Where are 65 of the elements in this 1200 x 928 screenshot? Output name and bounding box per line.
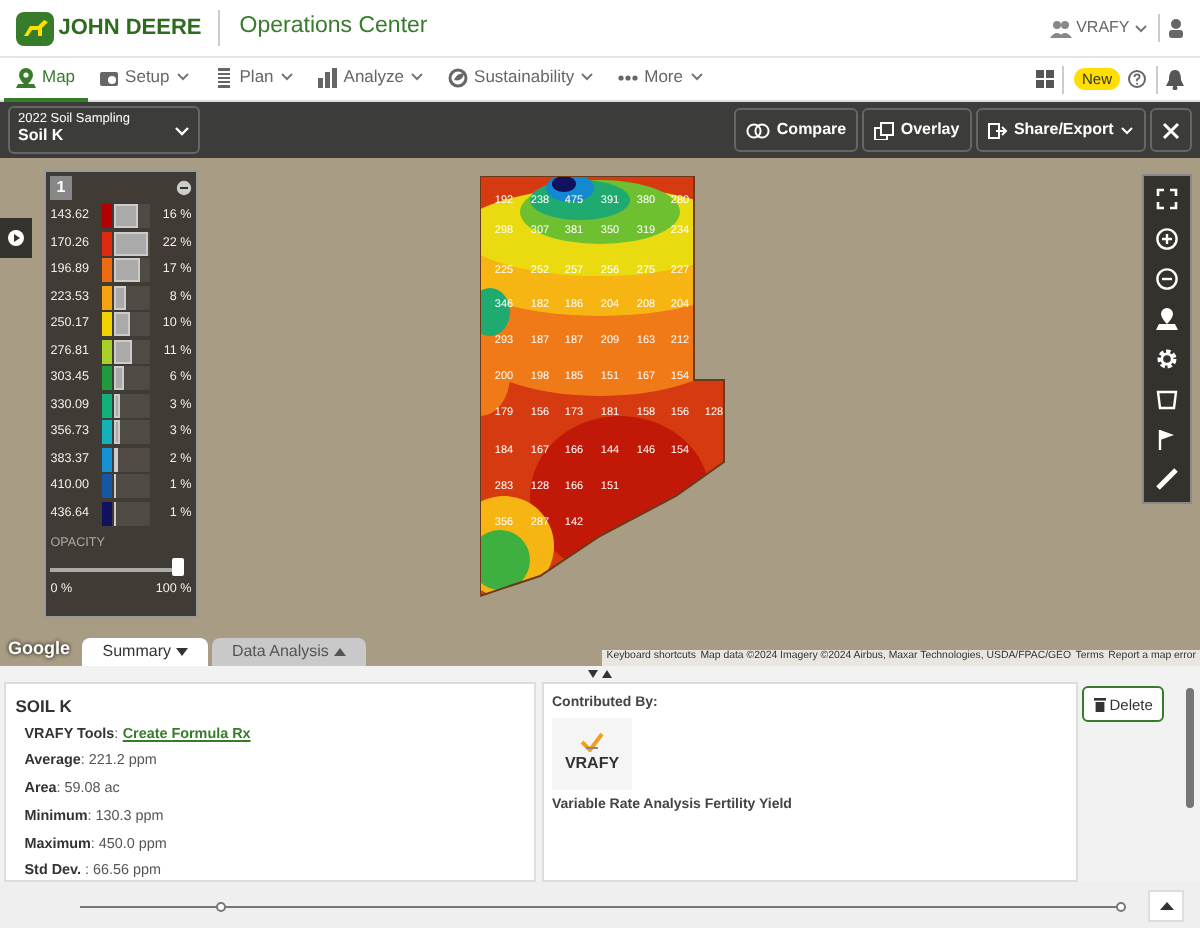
legend-number: 1	[50, 176, 72, 201]
grid-icon[interactable]	[1035, 70, 1054, 88]
export-icon	[987, 121, 1008, 139]
map-pin-icon	[16, 67, 36, 87]
close-icon	[1162, 121, 1180, 139]
caret-down-icon	[1134, 23, 1148, 33]
close-button[interactable]	[1150, 108, 1192, 152]
data-analysis-tab[interactable]: Data Analysis	[211, 638, 366, 666]
slider-thumb[interactable]	[215, 901, 226, 911]
caret-down-icon	[175, 647, 188, 656]
summary-tab[interactable]: Summary	[82, 638, 208, 666]
opacity-slider-track[interactable]	[50, 557, 184, 576]
user-icon[interactable]	[1168, 18, 1184, 38]
caret-up-icon	[1159, 902, 1173, 910]
card-title: SOIL K	[15, 693, 74, 719]
checkmark-icon	[580, 732, 604, 753]
panel-toggle-button[interactable]	[0, 218, 32, 258]
boundary-icon[interactable]	[1156, 388, 1178, 410]
people-icon	[1049, 19, 1072, 37]
caret-down-icon	[410, 72, 425, 82]
org-menu[interactable]: VRAFY	[1076, 16, 1130, 40]
flag-icon[interactable]	[1156, 428, 1178, 450]
share-button[interactable]: Share/Export	[975, 108, 1146, 152]
caret-down-icon	[580, 72, 595, 82]
compare-button[interactable]: Compare	[734, 108, 859, 152]
bell-icon[interactable]	[1166, 69, 1184, 89]
settings-icon[interactable]	[1156, 348, 1178, 370]
collapse-arrow-icon[interactable]	[588, 670, 598, 678]
zoom-in-icon[interactable]	[1156, 228, 1178, 250]
overlay-button[interactable]: Overlay	[862, 108, 972, 152]
deer-logo-icon	[16, 11, 54, 45]
location-pin-icon[interactable]	[1156, 308, 1178, 330]
expand-arrow-icon[interactable]	[602, 670, 612, 678]
nav-tab[interactable]: Plan	[201, 57, 306, 101]
brand-name: JOHN DEERE	[58, 13, 202, 44]
caret-down-icon	[1119, 125, 1134, 135]
caret-down-icon	[689, 72, 703, 82]
caret-down-icon	[175, 72, 190, 82]
toggle-icon[interactable]	[175, 180, 192, 197]
nav-tab[interactable]: Sustainability	[436, 57, 607, 101]
caret-up-icon	[333, 647, 346, 656]
layer-title: Soil K	[18, 128, 66, 146]
stacked-squares-icon	[874, 121, 895, 139]
caret-down-icon	[279, 72, 294, 82]
app-title: Operations Center	[217, 10, 428, 46]
ruler-icon[interactable]	[1156, 468, 1178, 490]
rings-icon	[746, 121, 771, 139]
bar-chart-icon	[317, 67, 338, 87]
expand-button[interactable]	[1148, 890, 1184, 922]
help-icon[interactable]	[1128, 70, 1146, 88]
nav-tab[interactable]: More	[606, 57, 715, 101]
trash-icon	[1093, 697, 1106, 712]
nav-tab[interactable]: Analyze	[305, 57, 437, 101]
slider-thumb[interactable]	[171, 557, 184, 576]
fullscreen-icon[interactable]	[1156, 188, 1178, 210]
chevron-down-icon	[174, 125, 190, 135]
notebook-icon	[213, 67, 234, 87]
play-icon	[8, 230, 24, 246]
google-logo: Google	[8, 635, 70, 662]
toolbox-icon	[99, 67, 120, 87]
leaf-icon	[448, 67, 469, 87]
timeline-slider-track[interactable]	[80, 905, 1121, 907]
zoom-out-icon[interactable]	[1156, 268, 1178, 290]
logo-wordmark: VRAFY	[564, 752, 620, 777]
nav-tab[interactable]: Setup	[87, 57, 202, 101]
